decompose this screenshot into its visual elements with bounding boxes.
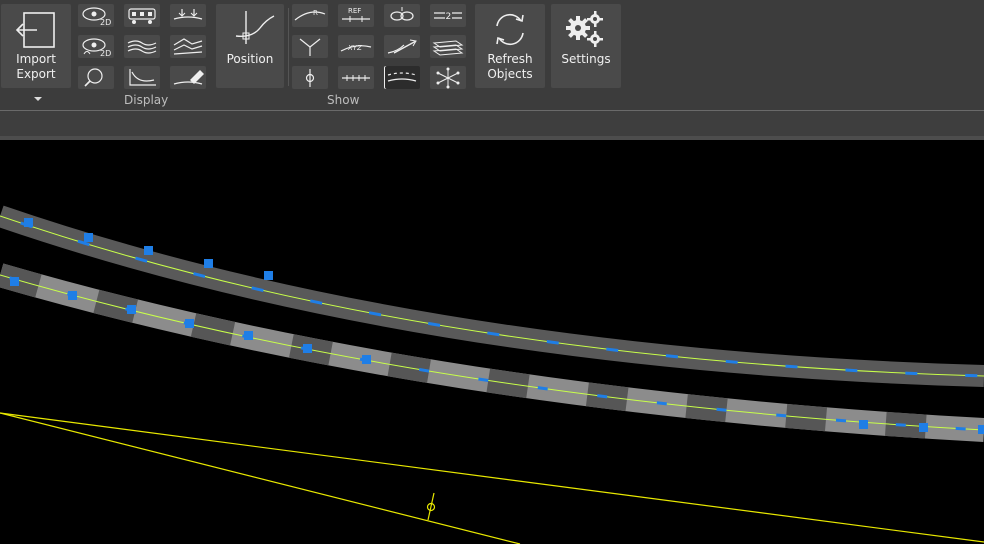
- curve-axis-icon[interactable]: [124, 66, 160, 89]
- arrows-converge-icon[interactable]: [170, 4, 206, 27]
- export-label: Export: [16, 67, 56, 81]
- objects-label: Objects: [487, 67, 533, 81]
- junction-y-icon[interactable]: [292, 35, 328, 58]
- eraser-pen-icon[interactable]: [170, 66, 206, 89]
- radius-curve-icon[interactable]: R: [292, 4, 328, 27]
- import-export-icon: [15, 12, 55, 48]
- lower-road-band: [0, 263, 984, 442]
- upper-road-centerline: [0, 215, 984, 377]
- reference-line-lower: [0, 412, 521, 544]
- position-icon: [235, 11, 275, 44]
- display-group-label: Display: [124, 93, 169, 107]
- circle-axis-icon[interactable]: [292, 66, 328, 89]
- lower-road-markers: [0, 273, 984, 432]
- show-group-label: Show: [327, 93, 360, 107]
- dashed-lane-icon[interactable]: [384, 66, 420, 89]
- wavy-lines-icon[interactable]: [124, 35, 160, 58]
- arrow-curve-icon[interactable]: [384, 35, 420, 58]
- vehicle-icon[interactable]: [124, 4, 160, 27]
- link-chain-icon[interactable]: [384, 4, 420, 27]
- star-burst-icon[interactable]: [430, 66, 466, 89]
- zoom-lens-icon[interactable]: [78, 66, 114, 89]
- refresh-icon: [496, 13, 524, 46]
- svg-text:2D: 2D: [100, 49, 111, 58]
- eye-2d-icon[interactable]: 2D: [78, 4, 114, 27]
- tick-line-icon[interactable]: [338, 66, 374, 89]
- import-label: Import: [16, 52, 56, 66]
- status-subbar: [0, 111, 984, 136]
- ref-line-icon[interactable]: REF: [338, 4, 374, 27]
- svg-text:R: R: [313, 9, 318, 17]
- svg-text:2D: 2D: [100, 18, 111, 27]
- settings-label: Settings: [561, 52, 611, 66]
- lower-road-centerline: [0, 274, 984, 431]
- ribbon-toolbar: Import Export 2D 2D Display Position R R…: [0, 0, 984, 110]
- layered-terrain-icon[interactable]: [170, 35, 206, 58]
- road-viewport[interactable]: [0, 140, 984, 544]
- refresh-label: Refresh: [487, 52, 533, 66]
- equals-two-icon[interactable]: 2: [430, 4, 466, 27]
- settings-button[interactable]: Settings: [551, 4, 621, 88]
- refresh-objects-button[interactable]: Refresh Objects: [475, 4, 545, 88]
- reference-tick: [427, 492, 435, 521]
- eye-2d-alt-icon[interactable]: 2D: [78, 35, 114, 58]
- stacked-planes-icon[interactable]: [430, 35, 466, 58]
- ribbon-separator: [288, 8, 289, 86]
- svg-text:XYZ: XYZ: [347, 44, 362, 52]
- import-export-button[interactable]: Import Export: [1, 4, 71, 88]
- svg-text:REF: REF: [348, 7, 361, 15]
- lower-road-segments: [0, 263, 984, 442]
- upper-road-markers: [0, 214, 984, 378]
- position-button[interactable]: Position: [216, 4, 284, 88]
- chevron-down-icon[interactable]: [33, 96, 45, 104]
- xyz-line-icon[interactable]: XYZ: [338, 35, 374, 58]
- svg-text:2: 2: [446, 12, 452, 22]
- upper-road-band: [0, 205, 984, 387]
- position-label: Position: [226, 52, 274, 66]
- gear-icon: [566, 11, 603, 47]
- reference-line-upper: [0, 412, 984, 543]
